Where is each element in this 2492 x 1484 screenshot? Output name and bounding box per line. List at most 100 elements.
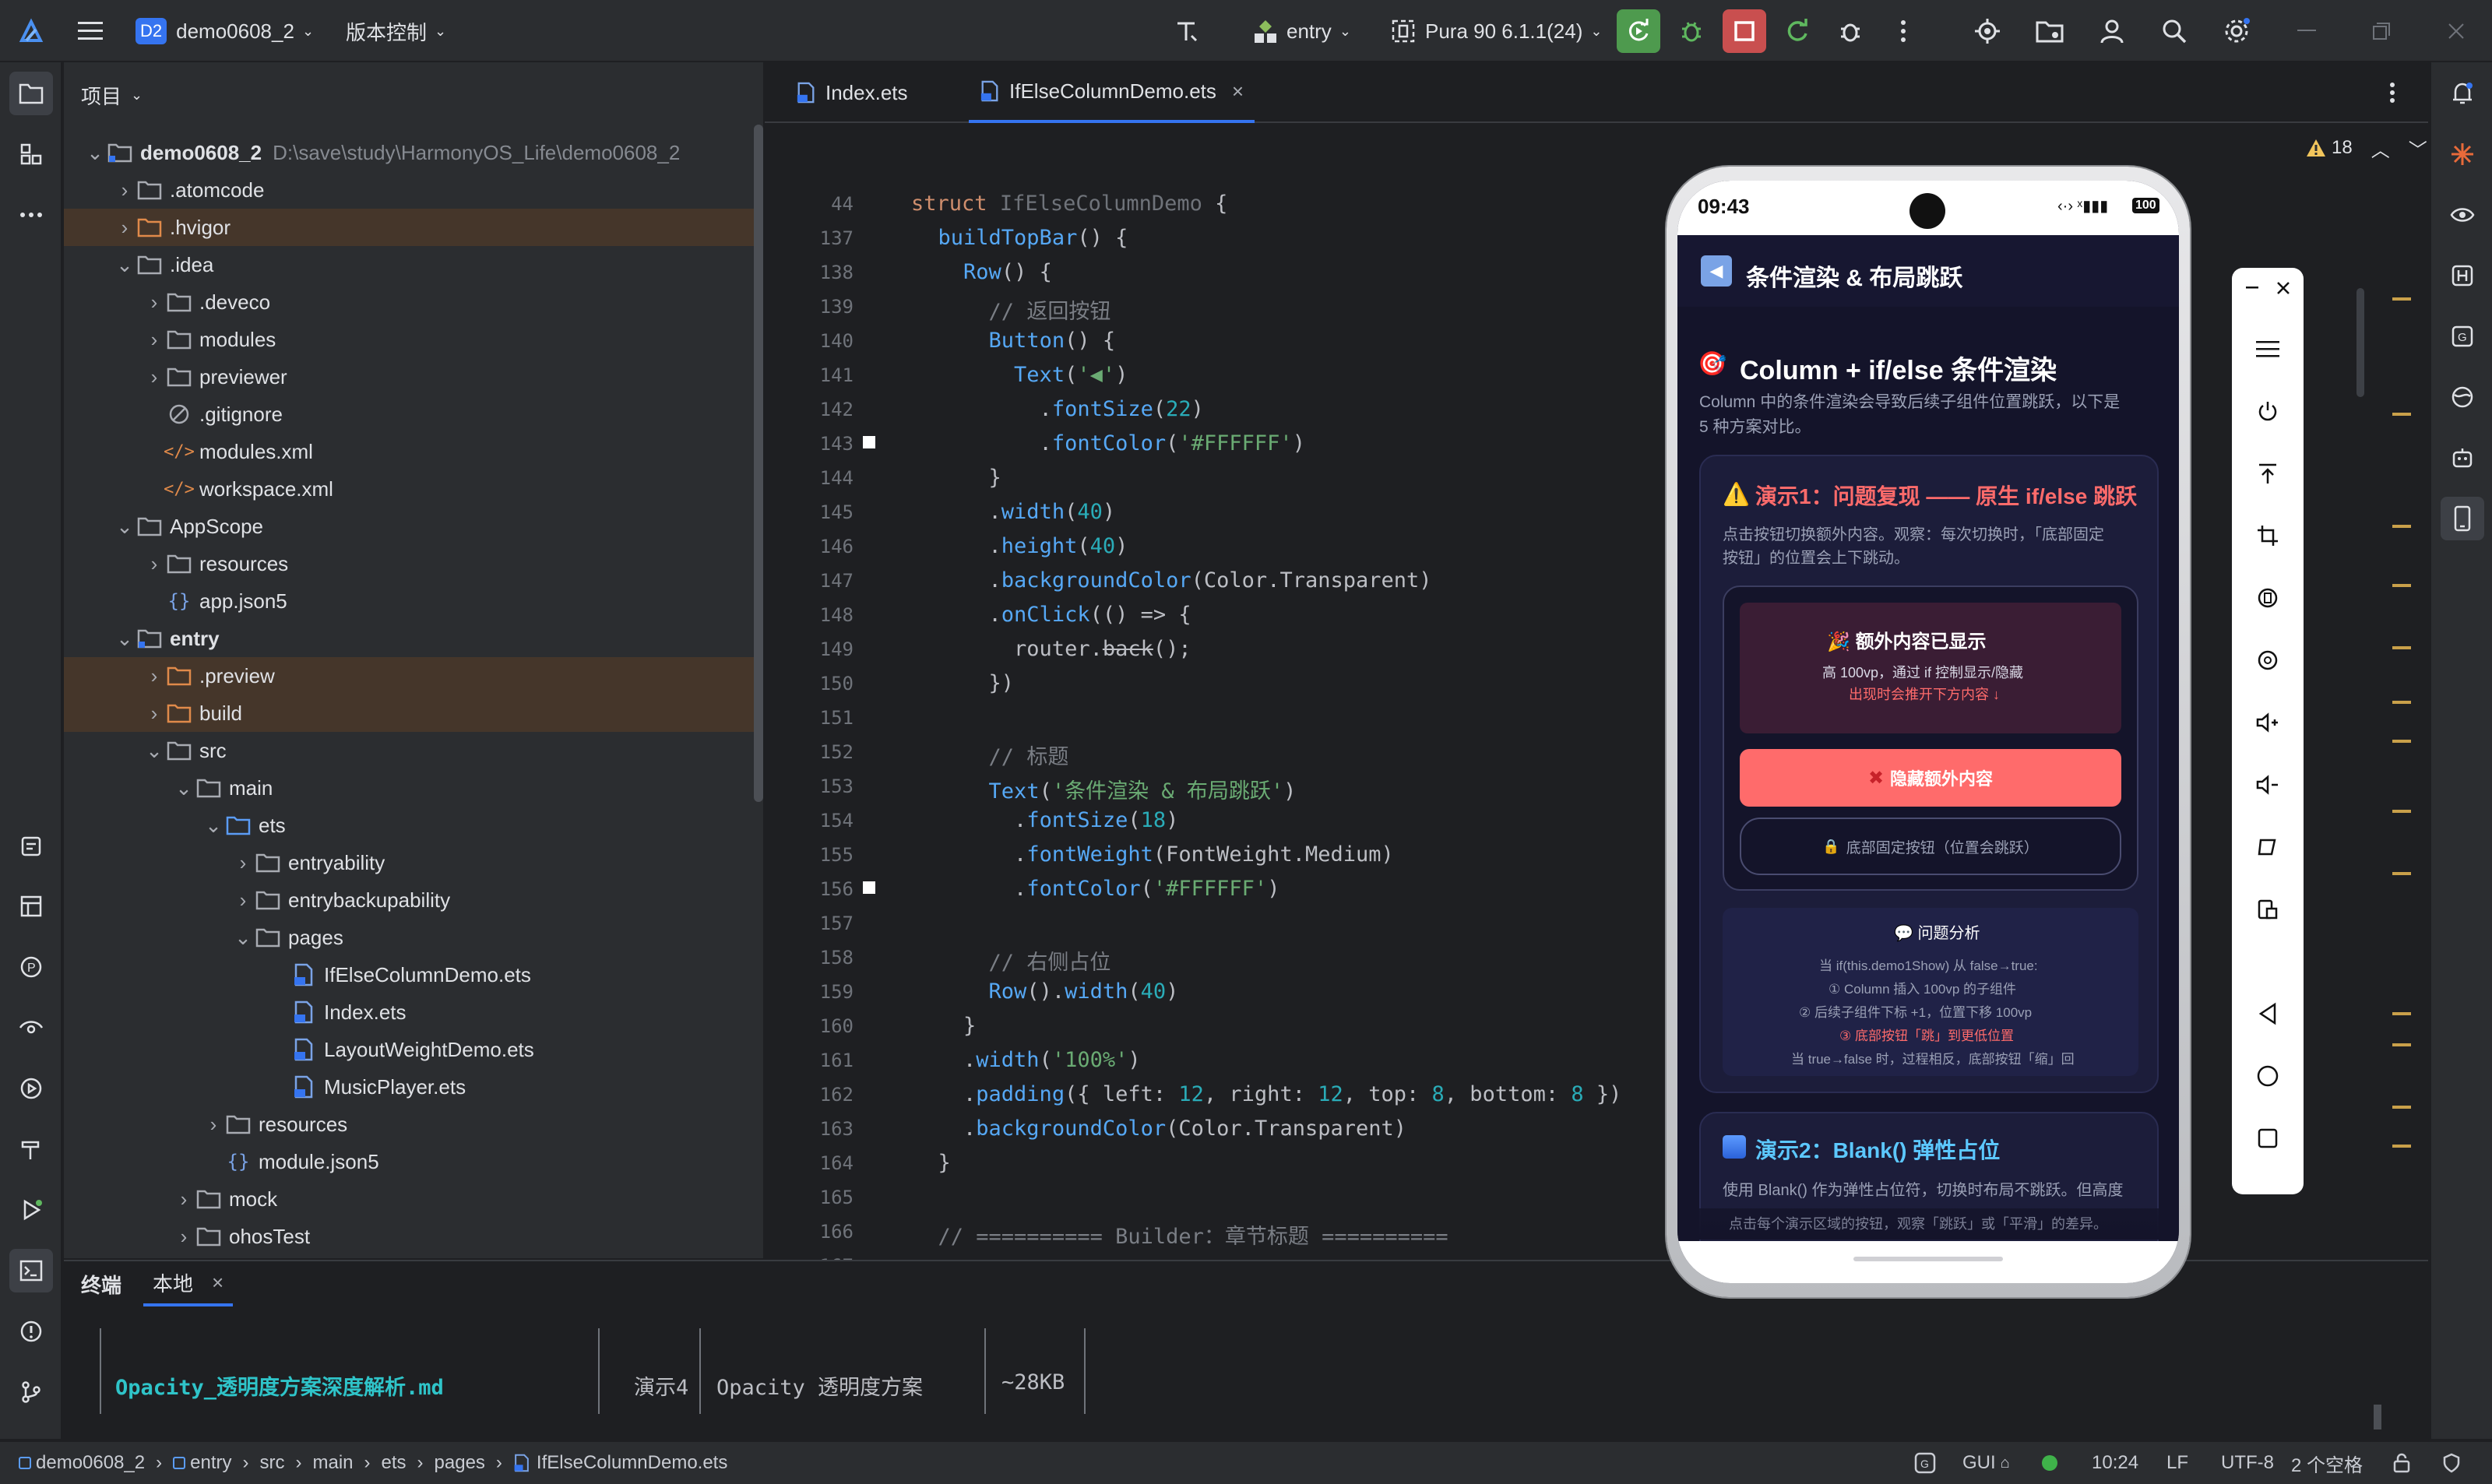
upload-icon[interactable] [2246,452,2290,495]
debug-button[interactable] [1670,9,1713,53]
file-encoding[interactable]: UTF-8 [2221,1442,2274,1484]
tree-item-modules-xml[interactable]: </> modules.xml [64,433,763,470]
editor-options-icon[interactable] [2389,62,2395,123]
gradle-icon[interactable]: G [2441,315,2484,358]
stop-button[interactable] [1723,9,1766,53]
breadcrumb-item[interactable]: entry [190,1452,231,1474]
tree-item-layoutweightdemo[interactable]: LayoutWeightDemo.ets [64,1031,763,1068]
problems-icon[interactable] [9,1310,53,1353]
rotate-left-icon[interactable] [2246,576,2290,620]
terminal-icon[interactable] [9,1249,53,1292]
chevron-up-icon[interactable]: ︿ [2371,135,2390,162]
gui-indicator[interactable]: GUI ⌂ [1962,1442,2010,1484]
breadcrumb-item[interactable]: IfElseColumnDemo.ets [537,1452,727,1474]
hide-extra-button[interactable]: ✖ 隐藏额外内容 [1740,749,2121,807]
todo-icon[interactable] [9,824,53,867]
breadcrumb-item[interactable]: ets [382,1452,407,1474]
attach-debugger-button[interactable] [1829,9,1872,53]
previewer-eye-icon[interactable] [2441,193,2484,237]
search-icon[interactable] [2152,9,2196,53]
account-icon[interactable] [2090,9,2134,53]
tree-item-deveco[interactable]: › .deveco [64,283,763,321]
device-screen[interactable]: 09:43 ‹·› ˣ▮▮▮ 100 ◀ 条件渲染 & 布局跳跃 🎯 Colum… [1677,181,2179,1283]
minimize-simulator-icon[interactable] [2243,279,2261,297]
minimize-window-icon[interactable] [2285,9,2328,53]
tree-item-pages[interactable]: ⌄ pages [64,919,763,956]
close-window-icon[interactable] [2434,9,2478,53]
git-icon[interactable] [9,1370,53,1414]
maximize-window-icon[interactable] [2360,9,2403,53]
tree-item-ohostest[interactable]: › ohosTest [64,1218,763,1255]
device-manager-icon[interactable] [2441,497,2484,540]
main-menu-icon[interactable] [69,9,112,53]
run-button[interactable] [1617,9,1660,53]
tree-item-idea[interactable]: ⌄ .idea [64,246,763,283]
tree-item-src[interactable]: ⌄ src [64,732,763,769]
cursor-position[interactable]: 10:24 [2092,1442,2138,1484]
font-tool-icon[interactable] [1165,9,1209,53]
tab-local-terminal[interactable]: 本地 × [143,1261,234,1306]
breadcrumb-item[interactable]: pages [435,1452,485,1474]
shield-icon[interactable] [2442,1442,2461,1484]
back-button[interactable]: ◀ [1701,255,1732,287]
tree-item-modules[interactable]: › modules [64,321,763,358]
close-icon[interactable]: × [1232,79,1244,104]
volume-up-icon[interactable] [2246,701,2290,744]
run-config-selector[interactable]: entry ⌄ [1252,0,1351,62]
tree-item-entry[interactable]: ⌄ entry [64,620,763,657]
tree-item-ets[interactable]: ⌄ ets [64,807,763,844]
volume-down-icon[interactable] [2246,763,2290,807]
indent-setting[interactable]: 2 个空格 [2291,1442,2363,1484]
ai-assistant-icon[interactable] [2441,132,2484,176]
more-tools-icon[interactable] [9,193,53,237]
tree-item-appscope[interactable]: ⌄ AppScope [64,508,763,545]
device-selector[interactable]: Pura 90 6.1.1(24) ⌄ [1391,0,1602,62]
screenshot-icon[interactable] [2246,888,2290,931]
rotate-right-icon[interactable] [2246,638,2290,682]
tree-item-atomcode[interactable]: › .atomcode [64,171,763,209]
tree-item-mock[interactable]: › mock [64,1180,763,1218]
settings-gear-icon[interactable] [2215,9,2258,53]
tree-item-entryability[interactable]: › entryability [64,844,763,881]
structure-icon[interactable] [9,132,53,176]
editor-scrollbar[interactable] [2356,288,2364,397]
project-scrollbar[interactable] [754,125,763,802]
target-icon[interactable] [1966,9,2009,53]
vcs-menu[interactable]: 版本控制 ⌄ [346,0,446,62]
apply-changes-button[interactable] [1776,9,1819,53]
project-panel-header[interactable]: 项目 ⌄ [81,62,143,128]
nav-back-icon[interactable] [2246,992,2290,1036]
power-icon[interactable] [2246,389,2290,433]
bot-icon[interactable] [2441,436,2484,480]
layout-icon[interactable] [9,884,53,928]
tab-index-ets[interactable]: Index.ets [796,62,908,123]
notifications-icon[interactable] [2441,72,2484,115]
inspection-widget[interactable]: 18 ︿ ﹀ [2305,134,2427,162]
breadcrumb-item[interactable]: src [259,1452,284,1474]
breadcrumb-item[interactable]: demo0608_2 [36,1452,145,1474]
folder-settings-icon[interactable] [2028,9,2071,53]
nav-home-icon[interactable] [2246,1054,2290,1098]
more-actions-icon[interactable] [1881,9,1925,53]
bottom-fixed-button[interactable]: 🔒 底部固定按钮（位置会跳跃） [1740,818,2121,875]
terminal-output[interactable]: Opacity_透明度方案深度解析.md 演示4 Opacity 透明度方案 ~… [100,1328,1112,1414]
tree-item-main[interactable]: ⌄ main [64,769,763,807]
tree-item-module-json5[interactable]: {} module.json5 [64,1143,763,1180]
tree-item-app-json5[interactable]: {} app.json5 [64,582,763,620]
services-icon[interactable] [9,1067,53,1110]
tree-item-appscope-resources[interactable]: › resources [64,545,763,582]
tree-item-main-resources[interactable]: › resources [64,1106,763,1143]
tree-item-musicplayer[interactable]: MusicPlayer.ets [64,1068,763,1106]
close-simulator-icon[interactable] [2274,279,2293,297]
tree-item-hvigor[interactable]: › .hvigor [64,209,763,246]
breadcrumb-item[interactable]: main [312,1452,353,1474]
hdc-icon[interactable] [2441,254,2484,297]
tree-item-build[interactable]: › build [64,695,763,732]
project-folder-icon[interactable] [9,72,53,115]
tree-item-gitignore[interactable]: .gitignore [64,396,763,433]
home-indicator[interactable] [1853,1257,2003,1261]
g-icon[interactable]: G [1914,1442,1936,1484]
tree-item-ifelsecolumndemo[interactable]: IfElseColumnDemo.ets [64,956,763,993]
run-icon[interactable] [9,1188,53,1232]
close-icon[interactable]: × [212,1271,224,1295]
